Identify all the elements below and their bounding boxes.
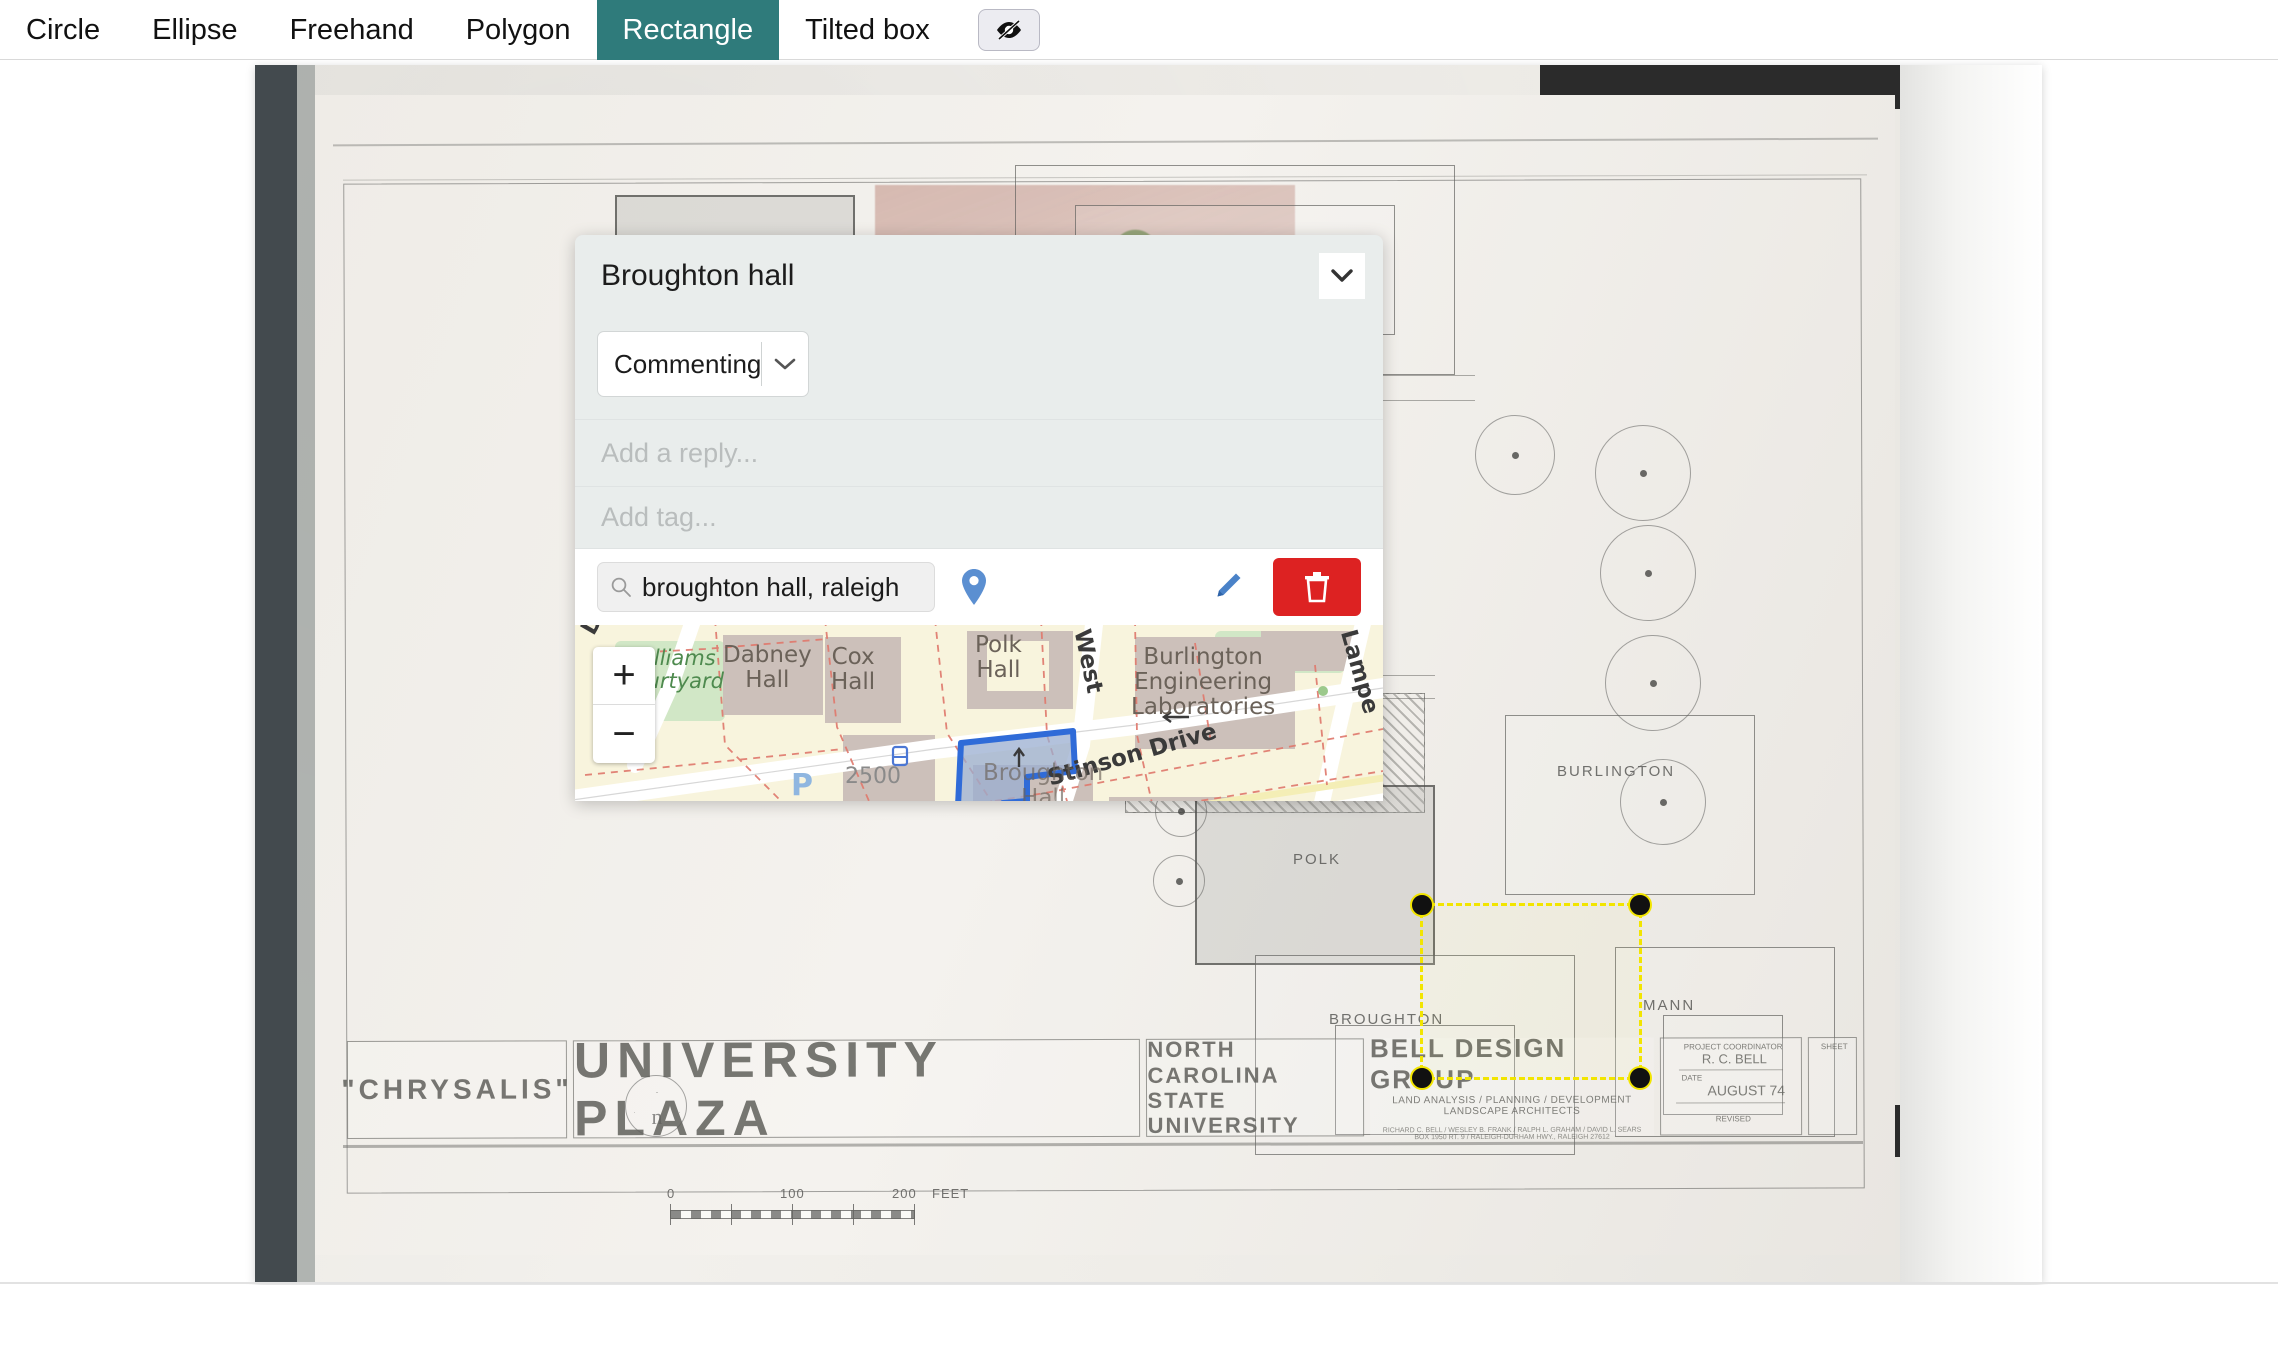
title-block-project-cell: UNIVERSITY PLAZA bbox=[572, 1031, 1141, 1146]
tree-symbol bbox=[1595, 425, 1691, 521]
tool-tab-rectangle[interactable]: Rectangle bbox=[596, 0, 780, 60]
title-block-sheet-label: SHEET bbox=[1820, 1042, 1848, 1052]
tool-tab-circle[interactable]: Circle bbox=[0, 0, 126, 60]
annotation-mode-select[interactable]: Commenting bbox=[597, 331, 809, 397]
tool-tab-polygon[interactable]: Polygon bbox=[440, 0, 597, 60]
tag-input[interactable]: Add tag... bbox=[575, 487, 1383, 549]
tool-tab-tilted-box[interactable]: Tilted box bbox=[779, 0, 956, 60]
map-zoom-out-button[interactable]: − bbox=[593, 705, 655, 763]
location-search-value: broughton hall, raleigh bbox=[642, 571, 900, 602]
map-zoom-controls[interactable]: + − bbox=[593, 647, 655, 763]
title-block-coordinator-value: R. C. BELL bbox=[1701, 1050, 1767, 1067]
delete-location-button[interactable] bbox=[1273, 558, 1361, 616]
title-block-project-alt: "CHRYSALIS" bbox=[341, 1073, 573, 1105]
resize-handle-top-right[interactable] bbox=[1628, 893, 1652, 917]
search-icon bbox=[611, 577, 631, 597]
title-block-meta-cell: PROJECT COORDINATOR R. C. BELL DATE AUGU… bbox=[1659, 1037, 1802, 1136]
resize-handle-top-left[interactable] bbox=[1410, 893, 1434, 917]
pencil-icon bbox=[1217, 573, 1241, 597]
chevron-down-icon bbox=[1331, 269, 1353, 282]
geocoder-row: broughton hall, raleigh bbox=[575, 549, 1383, 625]
photo-backdrop-right bbox=[1900, 65, 2042, 1283]
panel-collapse-button[interactable] bbox=[1319, 253, 1365, 299]
title-block-firm-address: BOX 1950 RT. 9 / RALEIGH-DURHAM HWY., RA… bbox=[1414, 1133, 1610, 1142]
photo-edge-left bbox=[255, 65, 297, 1283]
chevron-down-icon bbox=[774, 358, 796, 369]
eye-slash-icon bbox=[996, 19, 1021, 40]
map-tiles bbox=[575, 625, 1383, 801]
title-block-date-label: DATE bbox=[1681, 1073, 1703, 1083]
annotation-panel-header: Broughton hall bbox=[575, 235, 1383, 331]
sheet-rule bbox=[333, 137, 1878, 147]
edit-location-button[interactable] bbox=[1203, 563, 1251, 611]
tool-tab-ellipse[interactable]: Ellipse bbox=[126, 0, 263, 60]
tree-symbol bbox=[1600, 525, 1696, 621]
annotation-panel[interactable]: Broughton hall Commenting Add a reply...… bbox=[575, 235, 1383, 801]
photo-edge-left-highlight bbox=[297, 65, 315, 1283]
title-block-project-alt-cell: "CHRYSALIS" bbox=[341, 1040, 573, 1139]
drawing-label-mann: MANN bbox=[1643, 997, 1696, 1014]
scale-tick-0: 0 bbox=[667, 1186, 676, 1201]
location-search-input[interactable]: broughton hall, raleigh bbox=[597, 562, 935, 612]
location-map[interactable]: Derieu Williams Courtyard Dabney Hall Co… bbox=[575, 625, 1383, 801]
reply-input[interactable]: Add a reply... bbox=[575, 419, 1383, 487]
annotation-title: Broughton hall bbox=[601, 259, 795, 292]
tool-toolbar: Circle Ellipse Freehand Polygon Rectangl… bbox=[0, 0, 2278, 60]
title-block-sheet-cell: SHEET bbox=[1807, 1037, 1858, 1136]
annotation-canvas[interactable]: HILL LIB. PATTERSON EAST-WEST PEDESTRIAN… bbox=[0, 60, 2278, 1285]
scale-tick-100: 100 bbox=[780, 1186, 805, 1201]
title-block-owner-cell: NORTH CAROLINA STATE UNIVERSITY bbox=[1146, 1037, 1365, 1139]
place-pin-button[interactable] bbox=[959, 568, 989, 606]
title-block-date-value: AUGUST 74 bbox=[1707, 1082, 1786, 1099]
resize-handle-bottom-left[interactable] bbox=[1410, 1066, 1434, 1090]
title-block-owner-line1: NORTH CAROLINA bbox=[1147, 1037, 1280, 1088]
building-polk bbox=[1195, 785, 1435, 965]
map-zoom-in-button[interactable]: + bbox=[593, 647, 655, 705]
rectangle-annotation-selection[interactable] bbox=[1410, 893, 1652, 1090]
visibility-toggle-button[interactable] bbox=[977, 8, 1040, 51]
drawing-label-polk: POLK bbox=[1293, 851, 1342, 868]
title-block-project: UNIVERSITY PLAZA bbox=[573, 1031, 944, 1147]
tree-symbol bbox=[1153, 855, 1205, 907]
tool-tab-freehand[interactable]: Freehand bbox=[264, 0, 440, 60]
title-block-owner-line2: STATE UNIVERSITY bbox=[1147, 1087, 1300, 1139]
scale-unit: FEET bbox=[932, 1186, 970, 1201]
title-block-coordinator-label: PROJECT COORDINATOR bbox=[1683, 1041, 1783, 1052]
trash-icon bbox=[1305, 572, 1329, 603]
scale-tick-200: 200 bbox=[892, 1186, 917, 1201]
mode-caret[interactable] bbox=[762, 358, 808, 371]
resize-handle-bottom-right[interactable] bbox=[1628, 1066, 1652, 1090]
annotation-mode-label: Commenting bbox=[614, 348, 762, 379]
tree-symbol bbox=[1475, 415, 1555, 495]
canvas-bottom-divider bbox=[0, 1282, 2278, 1284]
tree-symbol bbox=[1620, 759, 1706, 845]
map-pin-icon bbox=[962, 569, 986, 605]
title-block-firm-sub2: LANDSCAPE ARCHITECTS bbox=[1443, 1105, 1581, 1118]
title-block-revised-label: REVISED bbox=[1715, 1114, 1751, 1124]
tree-symbol bbox=[1605, 635, 1701, 731]
title-block-firm-sub1: LAND ANALYSIS / PLANNING / DEVELOPMENT bbox=[1392, 1094, 1632, 1107]
